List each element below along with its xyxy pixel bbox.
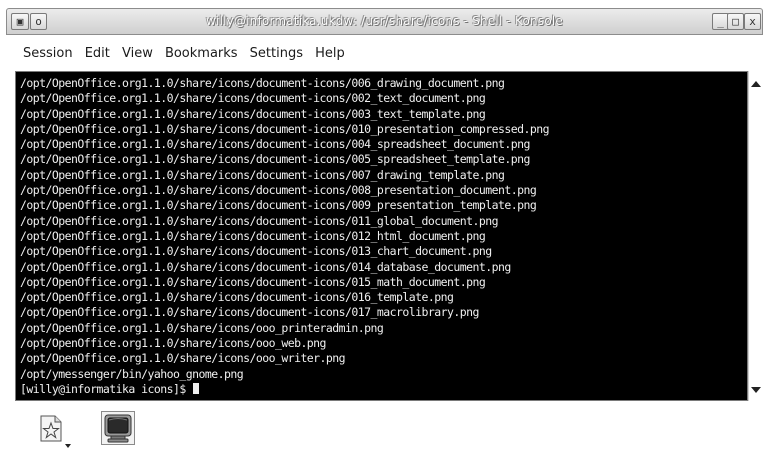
title-bar[interactable]: ▣ o willy@informatika.ukdw: /usr/share/i… [6, 8, 763, 35]
window-menu-icon[interactable]: ▣ [11, 13, 29, 30]
terminal-line: /opt/OpenOffice.org1.1.0/share/icons/ooo… [20, 351, 346, 366]
menu-session[interactable]: Session [23, 35, 73, 61]
terminal-line: /opt/OpenOffice.org1.1.0/share/icons/doc… [20, 76, 505, 90]
terminal-line: /opt/OpenOffice.org1.1.0/share/icons/doc… [20, 137, 530, 152]
terminal-line: /opt/OpenOffice.org1.1.0/share/icons/ooo… [20, 320, 384, 335]
menu-bookmarks[interactable]: Bookmarks [165, 35, 238, 61]
terminal-line: /opt/OpenOffice.org1.1.0/share/icons/doc… [20, 274, 486, 289]
new-session-dropdown-icon[interactable] [65, 444, 71, 448]
prompt-line[interactable]: [willy@informatika icons]$ [20, 382, 549, 397]
terminal-line: /opt/OpenOffice.org1.1.0/share/icons/doc… [20, 305, 479, 320]
menu-edit[interactable]: Edit [85, 35, 110, 61]
session-tab-bar [6, 401, 763, 453]
menu-bar: Session Edit View Bookmarks Settings Hel… [6, 35, 763, 69]
terminal-line: /opt/OpenOffice.org1.1.0/share/icons/doc… [20, 213, 499, 228]
terminal-lines: /opt/OpenOffice.org1.1.0/share/icons/doc… [20, 76, 550, 397]
shell-session-tab[interactable] [101, 411, 135, 445]
terminal-line: /opt/OpenOffice.org1.1.0/share/icons/ooo… [20, 336, 326, 351]
menu-help[interactable]: Help [315, 35, 345, 61]
scroll-down-arrow-icon[interactable] [751, 387, 761, 393]
window-title: willy@informatika.ukdw: /usr/share/icons… [206, 14, 563, 28]
terminal-line: /opt/OpenOffice.org1.1.0/share/icons/doc… [20, 121, 550, 136]
close-button[interactable]: x [744, 13, 761, 30]
terminal-line: /opt/OpenOffice.org1.1.0/share/icons/doc… [20, 198, 537, 213]
terminal-line: /opt/OpenOffice.org1.1.0/share/icons/doc… [20, 228, 486, 243]
maximize-button[interactable]: □ [727, 13, 744, 30]
terminal-line: /opt/OpenOffice.org1.1.0/share/icons/doc… [20, 244, 492, 259]
terminal-line: /opt/OpenOffice.org1.1.0/share/icons/doc… [20, 106, 486, 121]
konsole-window: ▣ o willy@informatika.ukdw: /usr/share/i… [6, 8, 763, 453]
new-session-button[interactable] [34, 411, 68, 445]
terminal-output[interactable]: /opt/OpenOffice.org1.1.0/share/icons/doc… [15, 71, 748, 401]
terminal-scrollbar[interactable] [748, 71, 763, 401]
new-session-icon [40, 415, 62, 442]
text-cursor [193, 382, 200, 394]
terminal-line: /opt/OpenOffice.org1.1.0/share/icons/doc… [20, 152, 530, 167]
terminal-line: /opt/OpenOffice.org1.1.0/share/icons/doc… [20, 167, 505, 182]
terminal-line: /opt/ymessenger/bin/yahoo_gnome.png [20, 366, 244, 381]
terminal-line: /opt/OpenOffice.org1.1.0/share/icons/doc… [20, 91, 486, 106]
menu-view[interactable]: View [122, 35, 153, 61]
shell-prompt: [willy@informatika icons]$ [20, 381, 193, 396]
terminal-line: /opt/OpenOffice.org1.1.0/share/icons/doc… [20, 183, 537, 198]
terminal-line: /opt/OpenOffice.org1.1.0/share/icons/doc… [20, 259, 511, 274]
menu-settings[interactable]: Settings [250, 35, 303, 61]
sticky-button[interactable]: o [30, 13, 47, 30]
scroll-up-arrow-icon[interactable] [751, 81, 761, 87]
terminal-line: /opt/OpenOffice.org1.1.0/share/icons/doc… [20, 290, 454, 305]
shell-monitor-icon [104, 414, 132, 443]
